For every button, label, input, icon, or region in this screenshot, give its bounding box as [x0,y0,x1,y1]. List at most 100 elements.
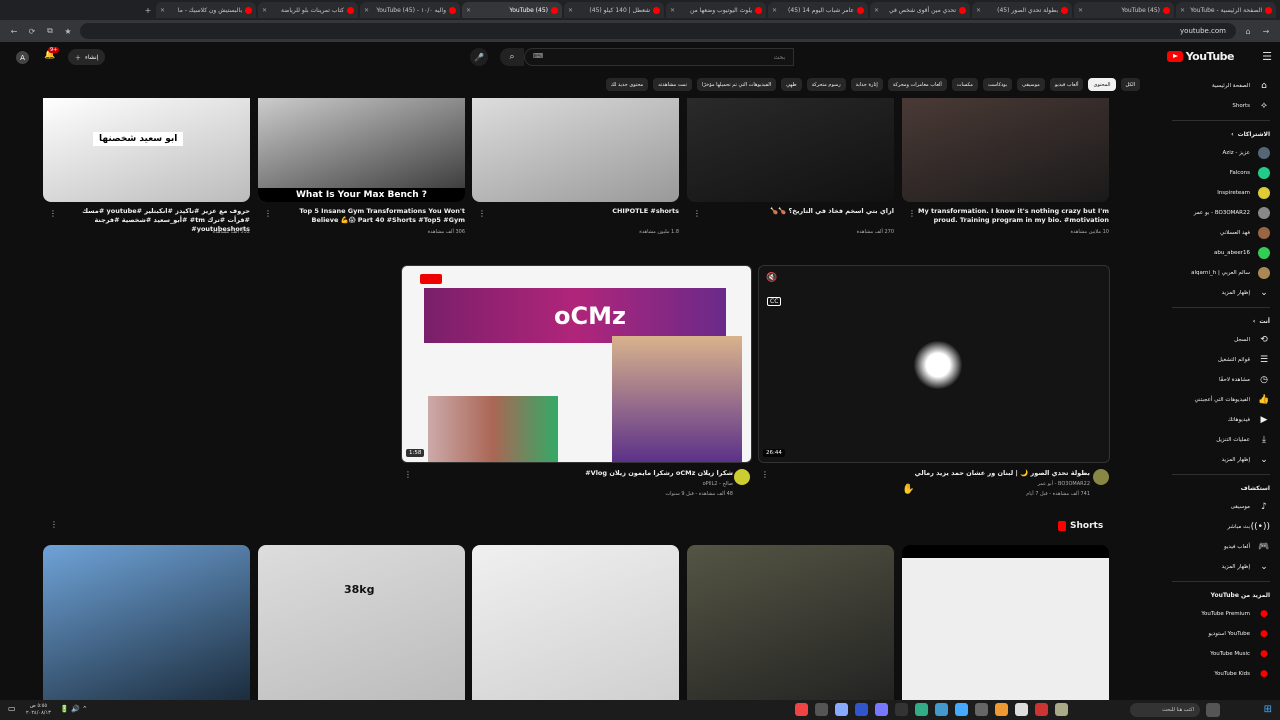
taskbar-app-icon[interactable] [815,703,828,716]
tab-close-icon[interactable]: ✕ [874,7,879,14]
tab-close-icon[interactable]: ✕ [976,7,981,14]
sidebar-item-main[interactable]: ⟡ Shorts [1172,96,1270,116]
search-input[interactable]: ⌨ بحث [524,48,794,66]
taskbar-app-icon[interactable] [955,703,968,716]
reload-icon[interactable]: ⟳ [26,27,38,36]
bookmark-star-icon[interactable]: ★ [62,27,74,36]
channel-avatar[interactable] [1093,469,1109,485]
task-view-icon[interactable] [1206,703,1220,717]
captions-icon[interactable]: CC [767,297,782,306]
taskbar-app-icon[interactable] [835,703,848,716]
browser-tab[interactable]: YouTube (45) ✕ [1074,2,1174,18]
taskbar-search-input[interactable]: اكتب هنا للبحث [1130,703,1200,717]
tab-close-icon[interactable]: ✕ [568,7,573,14]
short-more-icon[interactable]: ⋮ [693,209,701,218]
taskbar-clock[interactable]: ٥:٥٥ ص ٢٠٢٤/٠٨/١٣ [26,703,51,717]
short-title[interactable]: ازاي بتي اسخم فخاذ في التاريخ؟ 🍗🍗 [702,207,894,216]
browser-tab[interactable]: يلوث اليوتيوب وضعها من ✕ [666,2,766,18]
filter-chip[interactable]: رسوم متحركة [806,78,846,91]
sidebar-item-main[interactable]: ⌂ الصفحة الرئيسية [1172,76,1270,96]
url-field[interactable]: youtube.com [80,23,1236,39]
keyboard-icon[interactable]: ⌨ [533,52,543,60]
short-thumbnail[interactable]: 38kg [258,545,465,705]
sidebar-item-you[interactable]: ⟲ السجل [1172,330,1270,350]
back-icon[interactable]: ← [8,27,20,36]
sidebar-item-subscription[interactable]: BO3OMAR22 - بو عمر [1172,203,1270,223]
mute-icon[interactable]: 🔇 [766,273,777,283]
filter-chip[interactable]: محتوى جديد لك [605,78,649,91]
short-more-icon[interactable]: ⋮ [478,209,486,218]
sidebar-item-you[interactable]: 👍 الفيديوهات التي أعجبتني [1172,390,1270,410]
browser-tab[interactable]: YouTube (45) ✕ [462,2,562,18]
sidebar-item-subscription[interactable]: abu_abeer16 [1172,243,1270,263]
avatar[interactable]: A [16,51,29,64]
create-button[interactable]: ＋ إنشاء [68,49,106,65]
sidebar-item-more-youtube[interactable]: ● YouTube Kids [1172,664,1270,684]
taskbar-app-icon[interactable] [855,703,868,716]
sidebar-item-explore[interactable]: ♪ موسيقى [1172,497,1270,517]
sidebar-item-subscription[interactable]: عزيز - Aziz [1172,143,1270,163]
filter-chip[interactable]: إثارة جذابة [850,78,883,91]
taskbar-app-icon[interactable] [935,703,948,716]
tab-close-icon[interactable]: ✕ [466,7,471,14]
channel-name[interactable]: BO3OMAR22 - أبو عمر [778,481,1090,487]
short-more-icon[interactable]: ⋮ [908,209,916,218]
system-tray[interactable]: 🔋 🔊 ⌃ [60,705,88,713]
short-title[interactable]: My transformation. I know it's nothing c… [917,207,1109,225]
filter-chip[interactable]: بودكاست [982,78,1013,91]
extensions-icon[interactable]: ⧉ [44,26,56,36]
sidebar-item-subscription[interactable]: Inspireteam [1172,183,1270,203]
browser-tab[interactable]: شعطل | 140 كيلو (45) ✕ [564,2,664,18]
sidebar-subscriptions-header[interactable]: الاشتراكات › [1172,125,1270,143]
browser-tab[interactable]: الصفحة الرئيسية - YouTube ✕ [1176,2,1276,18]
short-thumbnail[interactable] [687,545,894,705]
windows-start-icon[interactable]: ⊞ [1264,704,1272,715]
short-more-icon[interactable]: ⋮ [264,209,272,218]
notifications-bell-icon[interactable]: 🔔 9+ [44,47,60,60]
sidebar-item-you[interactable]: ⤓ عمليات التنزيل [1172,430,1270,450]
short-thumbnail[interactable] [902,545,1109,705]
tab-close-icon[interactable]: ✕ [1078,7,1083,14]
new-tab-icon[interactable]: + [142,6,154,15]
filter-chip[interactable]: مكسات [951,78,978,91]
browser-tab[interactable]: بطولة تحدي الصور (45) ✕ [972,2,1072,18]
forward-icon[interactable]: → [1260,27,1272,36]
filter-chip[interactable]: طهي [781,78,802,91]
sidebar-item-show-more[interactable]: ⌄ إظهار المزيد [1172,283,1270,303]
tab-close-icon[interactable]: ✕ [1180,7,1185,14]
sidebar-item-more-youtube[interactable]: ● YouTube استوديو [1172,624,1270,644]
video-thumbnail[interactable]: oCMz 1:58 [401,265,752,463]
taskbar-app-icon[interactable] [1035,703,1048,716]
short-thumbnail[interactable]: ابو سعيد شخصنها [43,98,250,202]
short-thumbnail[interactable] [472,545,679,705]
browser-tab[interactable]: واليه ١٠/٠ - YouTube (45) ✕ [360,2,460,18]
sidebar-item-show-more[interactable]: ⌄ إظهار المزيد [1172,557,1270,577]
sidebar-item-you[interactable]: ◷ مشاهدة لاحقًا [1172,370,1270,390]
channel-avatar[interactable] [734,469,750,485]
short-thumbnail[interactable] [472,98,679,202]
taskbar-app-icon[interactable] [1015,703,1028,716]
video-title[interactable]: بطولة تحدي الصور 🌙 | لبنان ور عشان حمد ي… [778,469,1090,478]
short-thumbnail[interactable] [687,98,894,202]
browser-tab[interactable]: تحدي مين أقوى شخص في ✕ [870,2,970,18]
sidebar-item-more-youtube[interactable]: ● YouTube Music [1172,644,1270,664]
video-more-icon[interactable]: ⋮ [761,470,769,479]
filter-chip[interactable]: ألعاب مغامرات ومحركة [887,78,947,91]
filter-chip[interactable]: الكل [1120,78,1140,91]
taskbar-app-icon[interactable] [915,703,928,716]
filter-chip[interactable]: الفيديوهات التي تم تحميلها مؤخرًا [697,78,777,91]
filter-chip[interactable]: ألعاب فيديو [1049,78,1084,91]
short-more-icon[interactable]: ⋮ [49,209,57,218]
sidebar-item-show-more[interactable]: ⌄ إظهار المزيد [1172,450,1270,470]
sidebar-item-you[interactable]: ▶ فيديوهاتك [1172,410,1270,430]
short-thumbnail[interactable]: What Is Your Max Bench ? [258,98,465,202]
sidebar-you-header[interactable]: أنت › [1172,312,1270,330]
search-button[interactable]: ⌕ [500,48,524,66]
short-thumbnail[interactable] [43,545,250,705]
tab-close-icon[interactable]: ✕ [364,7,369,14]
voice-search-mic-icon[interactable]: 🎤 [470,48,488,66]
sidebar-item-more-youtube[interactable]: ● YouTube Premium [1172,604,1270,624]
taskbar-app-icon[interactable] [895,703,908,716]
section-more-icon[interactable]: ⋮ [50,520,58,529]
tab-close-icon[interactable]: ✕ [160,7,165,14]
